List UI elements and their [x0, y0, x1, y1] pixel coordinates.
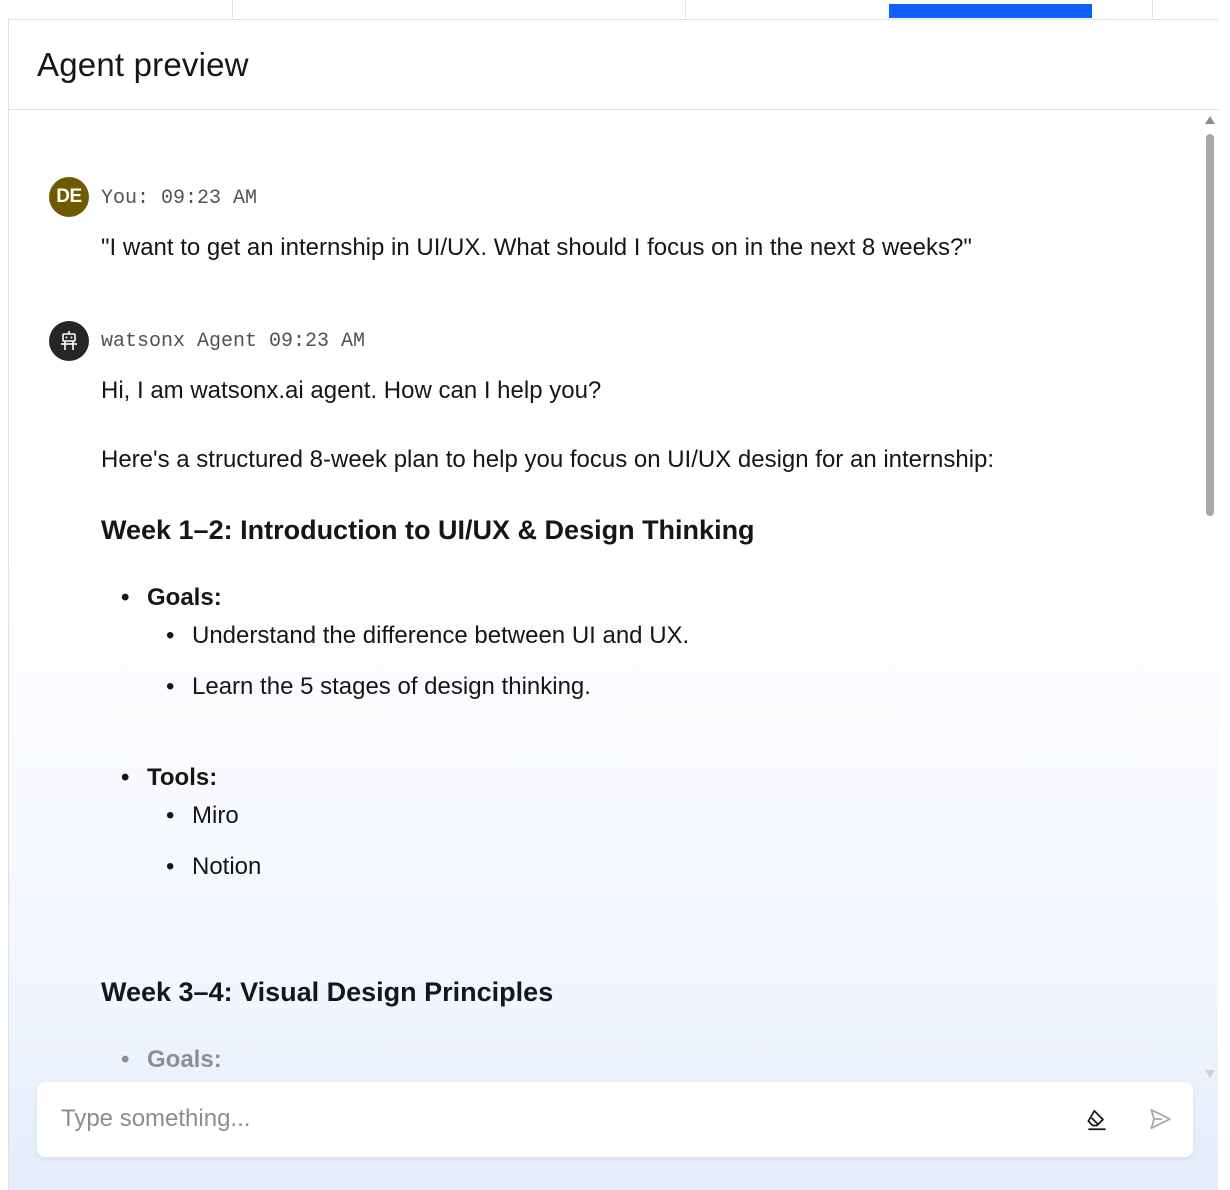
agent-intro: Here's a structured 8-week plan to help … [101, 446, 995, 473]
week3-heading: Week 3–4: Visual Design Principles [101, 977, 554, 1007]
clear-button[interactable] [1079, 1101, 1115, 1137]
send-button[interactable] [1142, 1101, 1178, 1137]
robot-icon [61, 331, 77, 350]
list-item: Notion [166, 853, 262, 881]
user-message-meta: You: 09:23 AM [101, 187, 258, 210]
agent-avatar [49, 321, 89, 361]
scroll-up-arrow-icon[interactable] [1205, 116, 1215, 124]
list-item: Learn the 5 stages of design thinking. [166, 673, 591, 701]
panel-title: Agent preview [37, 46, 249, 83]
user-avatar: DE [49, 177, 89, 217]
user-message-text: "I want to get an internship in UI/UX. W… [101, 234, 972, 261]
send-icon [1150, 1108, 1171, 1130]
list-item: Understand the difference between UI and… [166, 622, 689, 650]
week1-tools-label: Tools: [121, 764, 217, 792]
active-tab-indicator[interactable] [889, 4, 1092, 18]
tab-divider [685, 0, 686, 18]
message-input[interactable] [61, 1100, 1041, 1138]
agent-message-meta: watsonx Agent 09:23 AM [101, 330, 366, 353]
list-item: Miro [166, 802, 238, 830]
tab-divider [1152, 0, 1153, 18]
week1-goals-label: Goals: [121, 584, 222, 612]
agent-greeting: Hi, I am watsonx.ai agent. How can I hel… [101, 377, 602, 404]
week1-heading: Week 1–2: Introduction to UI/UX & Design… [101, 515, 755, 545]
eraser-icon [1087, 1110, 1106, 1131]
tab-divider [232, 0, 233, 18]
top-tab-strip [0, 0, 1230, 20]
panel-header: Agent preview [9, 20, 1219, 110]
scrollbar-thumb[interactable] [1206, 134, 1214, 516]
user-initials: DE [56, 186, 82, 207]
scroll-down-arrow-icon[interactable] [1205, 1070, 1215, 1078]
week3-goals-label: Goals: [121, 1046, 222, 1074]
message-composer [37, 1082, 1193, 1157]
agent-preview-panel: Agent preview DE You: 09:23 AM "I want t… [8, 19, 1219, 1190]
